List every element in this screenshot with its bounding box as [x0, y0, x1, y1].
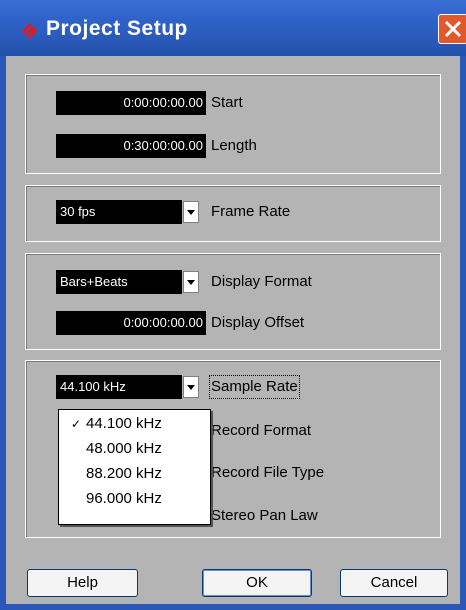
stereo-pan-law-label: Stereo Pan Law [211, 507, 318, 524]
checkmark-icon: ✓ [71, 417, 82, 431]
frame-rate-dropdown-arrow[interactable] [183, 201, 199, 223]
display-group [25, 253, 441, 350]
window-title: Project Setup [46, 17, 188, 40]
window-frame-bottom [0, 604, 466, 610]
display-format-label: Display Format [211, 273, 312, 290]
sample-rate-option[interactable]: 48.000 kHz [59, 437, 210, 461]
cancel-button[interactable]: Cancel [340, 569, 448, 597]
frame-rate-dropdown[interactable]: 30 fps [56, 200, 182, 224]
sample-rate-label: Sample Rate [209, 375, 300, 399]
time-group [25, 74, 441, 174]
start-field[interactable]: 0:00:00:00.00 [56, 91, 206, 115]
sample-rate-dropdown-arrow[interactable] [183, 376, 199, 398]
close-button[interactable] [438, 14, 466, 44]
sample-rate-option[interactable]: 96.000 kHz [59, 487, 210, 511]
display-offset-label: Display Offset [211, 314, 305, 331]
ok-button[interactable]: OK [202, 569, 312, 597]
record-format-label: Record Format [211, 422, 312, 439]
window-frame-right [460, 56, 466, 610]
sample-rate-menu: ✓ 44.100 kHz 48.000 kHz 88.200 kHz 96.00… [58, 409, 211, 525]
sample-rate-option[interactable]: 88.200 kHz [59, 462, 210, 486]
title-bar[interactable]: Project Setup [0, 0, 466, 56]
cubase-red-diamond-icon [22, 23, 37, 39]
sample-rate-dropdown[interactable]: 44.100 kHz [56, 375, 182, 399]
close-x-icon [444, 20, 462, 38]
help-button[interactable]: Help [27, 569, 138, 597]
start-label: Start [211, 94, 243, 111]
project-setup-dialog: Project Setup 0:00:00:00.00 Start 0:30:0… [0, 0, 466, 610]
length-label: Length [211, 137, 257, 154]
display-format-dropdown[interactable]: Bars+Beats [56, 270, 182, 294]
sample-rate-option[interactable]: ✓ 44.100 kHz [59, 412, 210, 436]
record-file-type-label: Record File Type [211, 464, 325, 481]
display-offset-field[interactable]: 0:00:00:00.00 [56, 311, 206, 335]
frame-rate-label: Frame Rate [211, 203, 291, 220]
length-field[interactable]: 0:30:00:00.00 [56, 134, 206, 158]
display-format-dropdown-arrow[interactable] [183, 271, 199, 293]
